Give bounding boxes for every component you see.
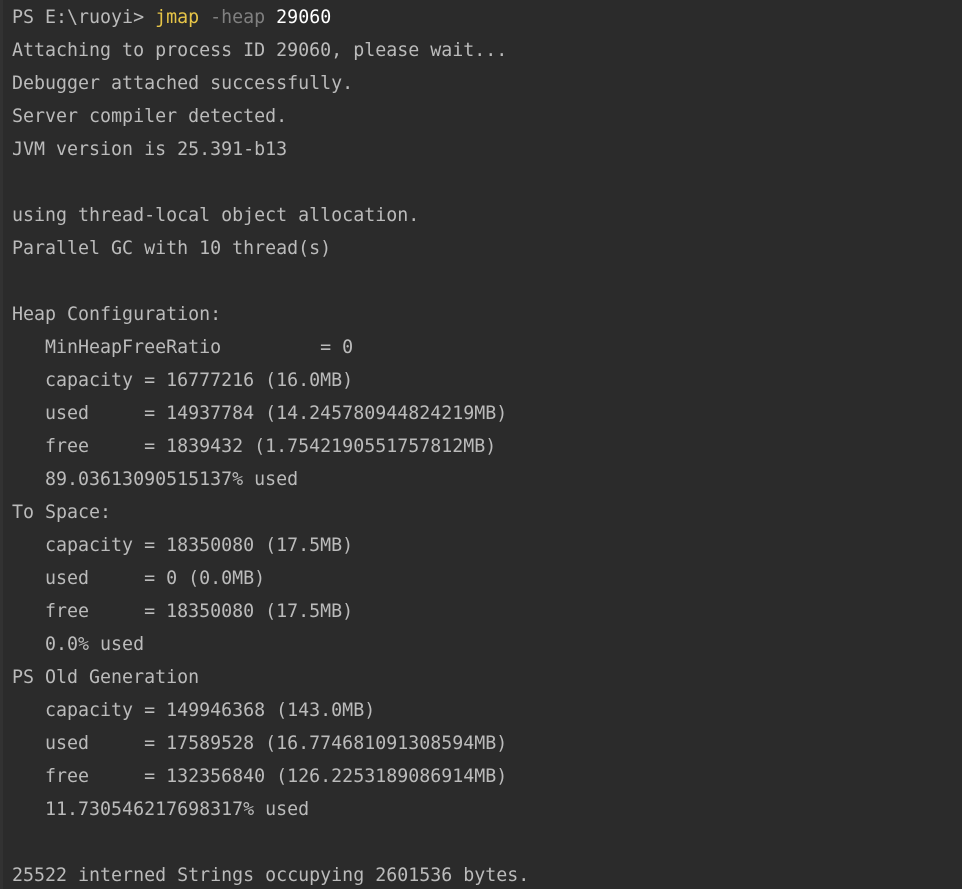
prompt-text: PS E:\ruoyi> [12, 7, 156, 28]
output-line: Debugger attached successfully. [12, 73, 354, 94]
output-line: MinHeapFreeRatio = 0 [12, 337, 354, 358]
output-line: Attaching to process ID 29060, please wa… [12, 40, 508, 61]
output-line: 11.730546217698317% used [12, 799, 310, 820]
output-line: capacity = 18350080 (17.5MB) [12, 535, 354, 556]
output-line: capacity = 149946368 (143.0MB) [12, 700, 376, 721]
terminal-window[interactable]: PS E:\ruoyi> jmap -heap 29060 Attaching … [0, 0, 962, 889]
output-line: 0.0% used [12, 634, 145, 655]
output-line: used = 0 (0.0MB) [12, 568, 266, 589]
command-argument: 29060 [265, 7, 332, 28]
command-flag: -heap [199, 7, 266, 28]
command-name: jmap [155, 7, 200, 28]
output-line: using thread-local object allocation. [12, 205, 420, 226]
output-line: capacity = 16777216 (16.0MB) [12, 370, 354, 391]
output-line: used = 14937784 (14.245780944824219MB) [12, 403, 508, 424]
output-line: Parallel GC with 10 thread(s) [12, 238, 332, 259]
output-line: Heap Configuration: [12, 304, 222, 325]
output-line: 25522 interned Strings occupying 2601536… [12, 865, 530, 886]
output-line: free = 1839432 (1.7542190551757812MB) [12, 436, 497, 457]
output-line: Server compiler detected. [12, 106, 288, 127]
output-line: To Space: [12, 502, 112, 523]
output-line: JVM version is 25.391-b13 [12, 139, 288, 160]
output-line: free = 132356840 (126.2253189086914MB) [12, 766, 508, 787]
output-line: used = 17589528 (16.774681091308594MB) [12, 733, 508, 754]
terminal-gutter [0, 0, 3, 889]
output-line: 89.03613090515137% used [12, 469, 299, 490]
output-line: PS Old Generation [12, 667, 200, 688]
command-prompt-line: PS E:\ruoyi> jmap -heap 29060 [12, 1, 962, 34]
output-line: free = 18350080 (17.5MB) [12, 601, 354, 622]
